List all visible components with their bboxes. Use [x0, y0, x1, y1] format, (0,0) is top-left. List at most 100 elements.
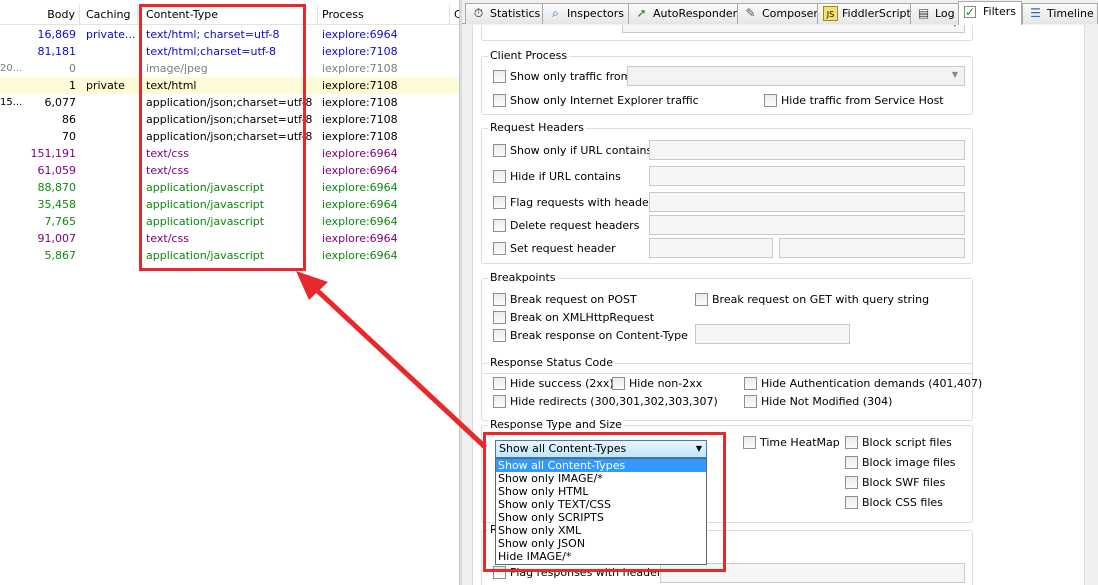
hosts-group: ▼ — [481, 25, 973, 41]
cell-prefix — [0, 196, 24, 213]
time-heatmap-checkbox[interactable]: Time HeatMap — [743, 435, 840, 450]
flag-requests-checkbox[interactable]: Flag requests with headers — [493, 195, 659, 210]
cell-caching — [86, 60, 138, 77]
tab-statistics[interactable]: ⏱ Statistics — [465, 3, 547, 24]
cell-process: iexplore:7108 — [322, 79, 398, 92]
cell-prefix — [0, 213, 24, 230]
hide-redirects-checkbox[interactable]: Hide redirects (300,301,302,303,307) — [493, 394, 718, 409]
cell-prefix — [0, 162, 24, 179]
cell-caching — [86, 162, 138, 179]
cell-prefix: 20... — [0, 63, 23, 74]
delete-request-headers-input[interactable] — [649, 215, 965, 235]
client-process-group: Client Process Show only traffic from ▼ … — [481, 49, 973, 115]
cell-caching — [86, 43, 138, 60]
column-header-body[interactable]: Body — [0, 4, 80, 25]
column-header-comments[interactable]: C — [450, 4, 459, 25]
cell-caching — [86, 213, 138, 230]
hide-service-host-checkbox[interactable]: Hide traffic from Service Host — [764, 93, 944, 108]
cell-process: iexplore:6964 — [322, 147, 398, 160]
tab-inspectors[interactable]: ⌕ Inspectors — [542, 3, 631, 24]
block-image-files-checkbox[interactable]: Block image files — [845, 455, 956, 470]
tab-strip: ⏱ Statistics ⌕ Inspectors ➚ AutoResponder ✎… — [462, 0, 1098, 25]
cell-body-size: 61,059 — [37, 164, 77, 177]
block-css-files-checkbox[interactable]: Block CSS files — [845, 495, 943, 510]
cell-body-size: 81,181 — [37, 45, 77, 58]
column-header-process[interactable]: Process — [318, 4, 450, 25]
break-on-post-checkbox[interactable]: Break request on POST — [493, 292, 637, 307]
block-swf-files-checkbox[interactable]: Block SWF files — [845, 475, 945, 490]
stopwatch-icon: ⏱ — [473, 6, 484, 20]
break-on-get-checkbox[interactable]: Break request on GET with query string — [695, 292, 929, 307]
magnifier-icon: ⌕ — [552, 6, 559, 20]
cell-body-size: 16,869 — [37, 28, 77, 41]
column-header-caching[interactable]: Caching — [82, 4, 138, 25]
break-response-content-type-checkbox[interactable]: Break response on Content-Type — [493, 328, 688, 343]
cell-process: iexplore:7108 — [322, 62, 398, 75]
cell-caching — [86, 247, 138, 264]
cell-body-size: 70 — [62, 130, 76, 143]
process-dropdown[interactable]: ▼ — [627, 66, 965, 86]
cell-body-size: 0 — [69, 62, 76, 75]
cell-caching — [86, 230, 138, 247]
tab-composer[interactable]: ✎ Composer — [737, 3, 824, 24]
cell-caching — [86, 145, 138, 162]
breakpoints-title: Breakpoints — [488, 271, 558, 285]
chevron-down-icon: ▼ — [951, 70, 958, 79]
hide-success-checkbox[interactable]: Hide success (2xx) — [493, 376, 614, 391]
cell-prefix — [0, 179, 24, 196]
cell-process: iexplore:7108 — [322, 113, 398, 126]
cell-process: iexplore:6964 — [322, 198, 398, 211]
cell-prefix — [0, 247, 24, 264]
tab-fiddlerscript[interactable]: JS FiddlerScript — [817, 3, 917, 24]
hide-if-url-contains-checkbox[interactable]: Hide if URL contains — [493, 169, 621, 184]
show-if-url-contains-checkbox[interactable]: Show only if URL contains — [493, 143, 652, 158]
show-only-ie-checkbox[interactable]: Show only Internet Explorer traffic — [493, 93, 699, 108]
cell-process: iexplore:6964 — [322, 28, 398, 41]
client-process-title: Client Process — [488, 49, 570, 63]
response-type-size-title: Response Type and Size — [488, 418, 624, 432]
flag-requests-input[interactable] — [649, 192, 965, 212]
cell-process: iexplore:6964 — [322, 249, 398, 262]
tab-timeline[interactable]: ☰ Timeline — [1022, 3, 1098, 24]
cell-process: iexplore:7108 — [322, 130, 398, 143]
cell-process: iexplore:7108 — [322, 96, 398, 109]
break-content-type-input[interactable] — [695, 324, 850, 344]
response-status-group: Response Status Code Hide success (2xx) … — [481, 356, 982, 421]
tab-log[interactable]: ▤ Log — [910, 3, 961, 24]
set-header-name-input[interactable] — [649, 238, 773, 258]
request-headers-group: Request Headers Show only if URL contain… — [481, 121, 973, 264]
cell-body-size: 1 — [69, 79, 76, 92]
delete-request-headers-checkbox[interactable]: Delete request headers — [493, 218, 639, 233]
show-only-traffic-from-checkbox[interactable]: Show only traffic from — [493, 69, 631, 84]
cell-body-size: 35,458 — [37, 198, 77, 211]
tab-autoresponder[interactable]: ➚ AutoResponder — [628, 3, 744, 24]
hide-not-modified-checkbox[interactable]: Hide Not Modified (304) — [744, 394, 892, 409]
cell-body-size: 86 — [62, 113, 76, 126]
cell-prefix — [0, 111, 24, 128]
tab-filters[interactable]: ✓ Filters — [958, 1, 1022, 25]
show-if-url-input[interactable] — [649, 140, 965, 160]
hide-auth-demands-checkbox[interactable]: Hide Authentication demands (401,407) — [744, 376, 982, 391]
response-status-title: Response Status Code — [488, 356, 616, 370]
hosts-dropdown[interactable]: ▼ — [622, 25, 965, 33]
hide-non2xx-checkbox[interactable]: Hide non-2xx — [612, 376, 702, 391]
request-headers-title: Request Headers — [488, 121, 586, 135]
hide-if-url-input[interactable] — [649, 166, 965, 186]
cell-prefix — [0, 128, 24, 145]
cell-process: iexplore:6964 — [322, 181, 398, 194]
cell-body-size: 151,191 — [30, 147, 77, 160]
cell-caching — [86, 128, 138, 145]
cell-process: iexplore:7108 — [322, 45, 398, 58]
cell-caching — [86, 196, 138, 213]
lightning-icon: ➚ — [636, 6, 647, 20]
cell-body-size: 5,867 — [44, 249, 77, 262]
set-header-value-input[interactable] — [779, 238, 965, 258]
break-on-xhr-checkbox[interactable]: Break on XMLHttpRequest — [493, 310, 654, 325]
block-script-files-checkbox[interactable]: Block script files — [845, 435, 952, 450]
vertical-scrollbar[interactable] — [1084, 25, 1098, 585]
checkbox-icon: ✓ — [964, 5, 976, 19]
set-request-header-checkbox[interactable]: Set request header — [493, 241, 616, 256]
content-type-highlight-box — [139, 4, 306, 271]
cell-prefix — [0, 77, 24, 94]
dropdown-highlight-box — [483, 432, 726, 572]
